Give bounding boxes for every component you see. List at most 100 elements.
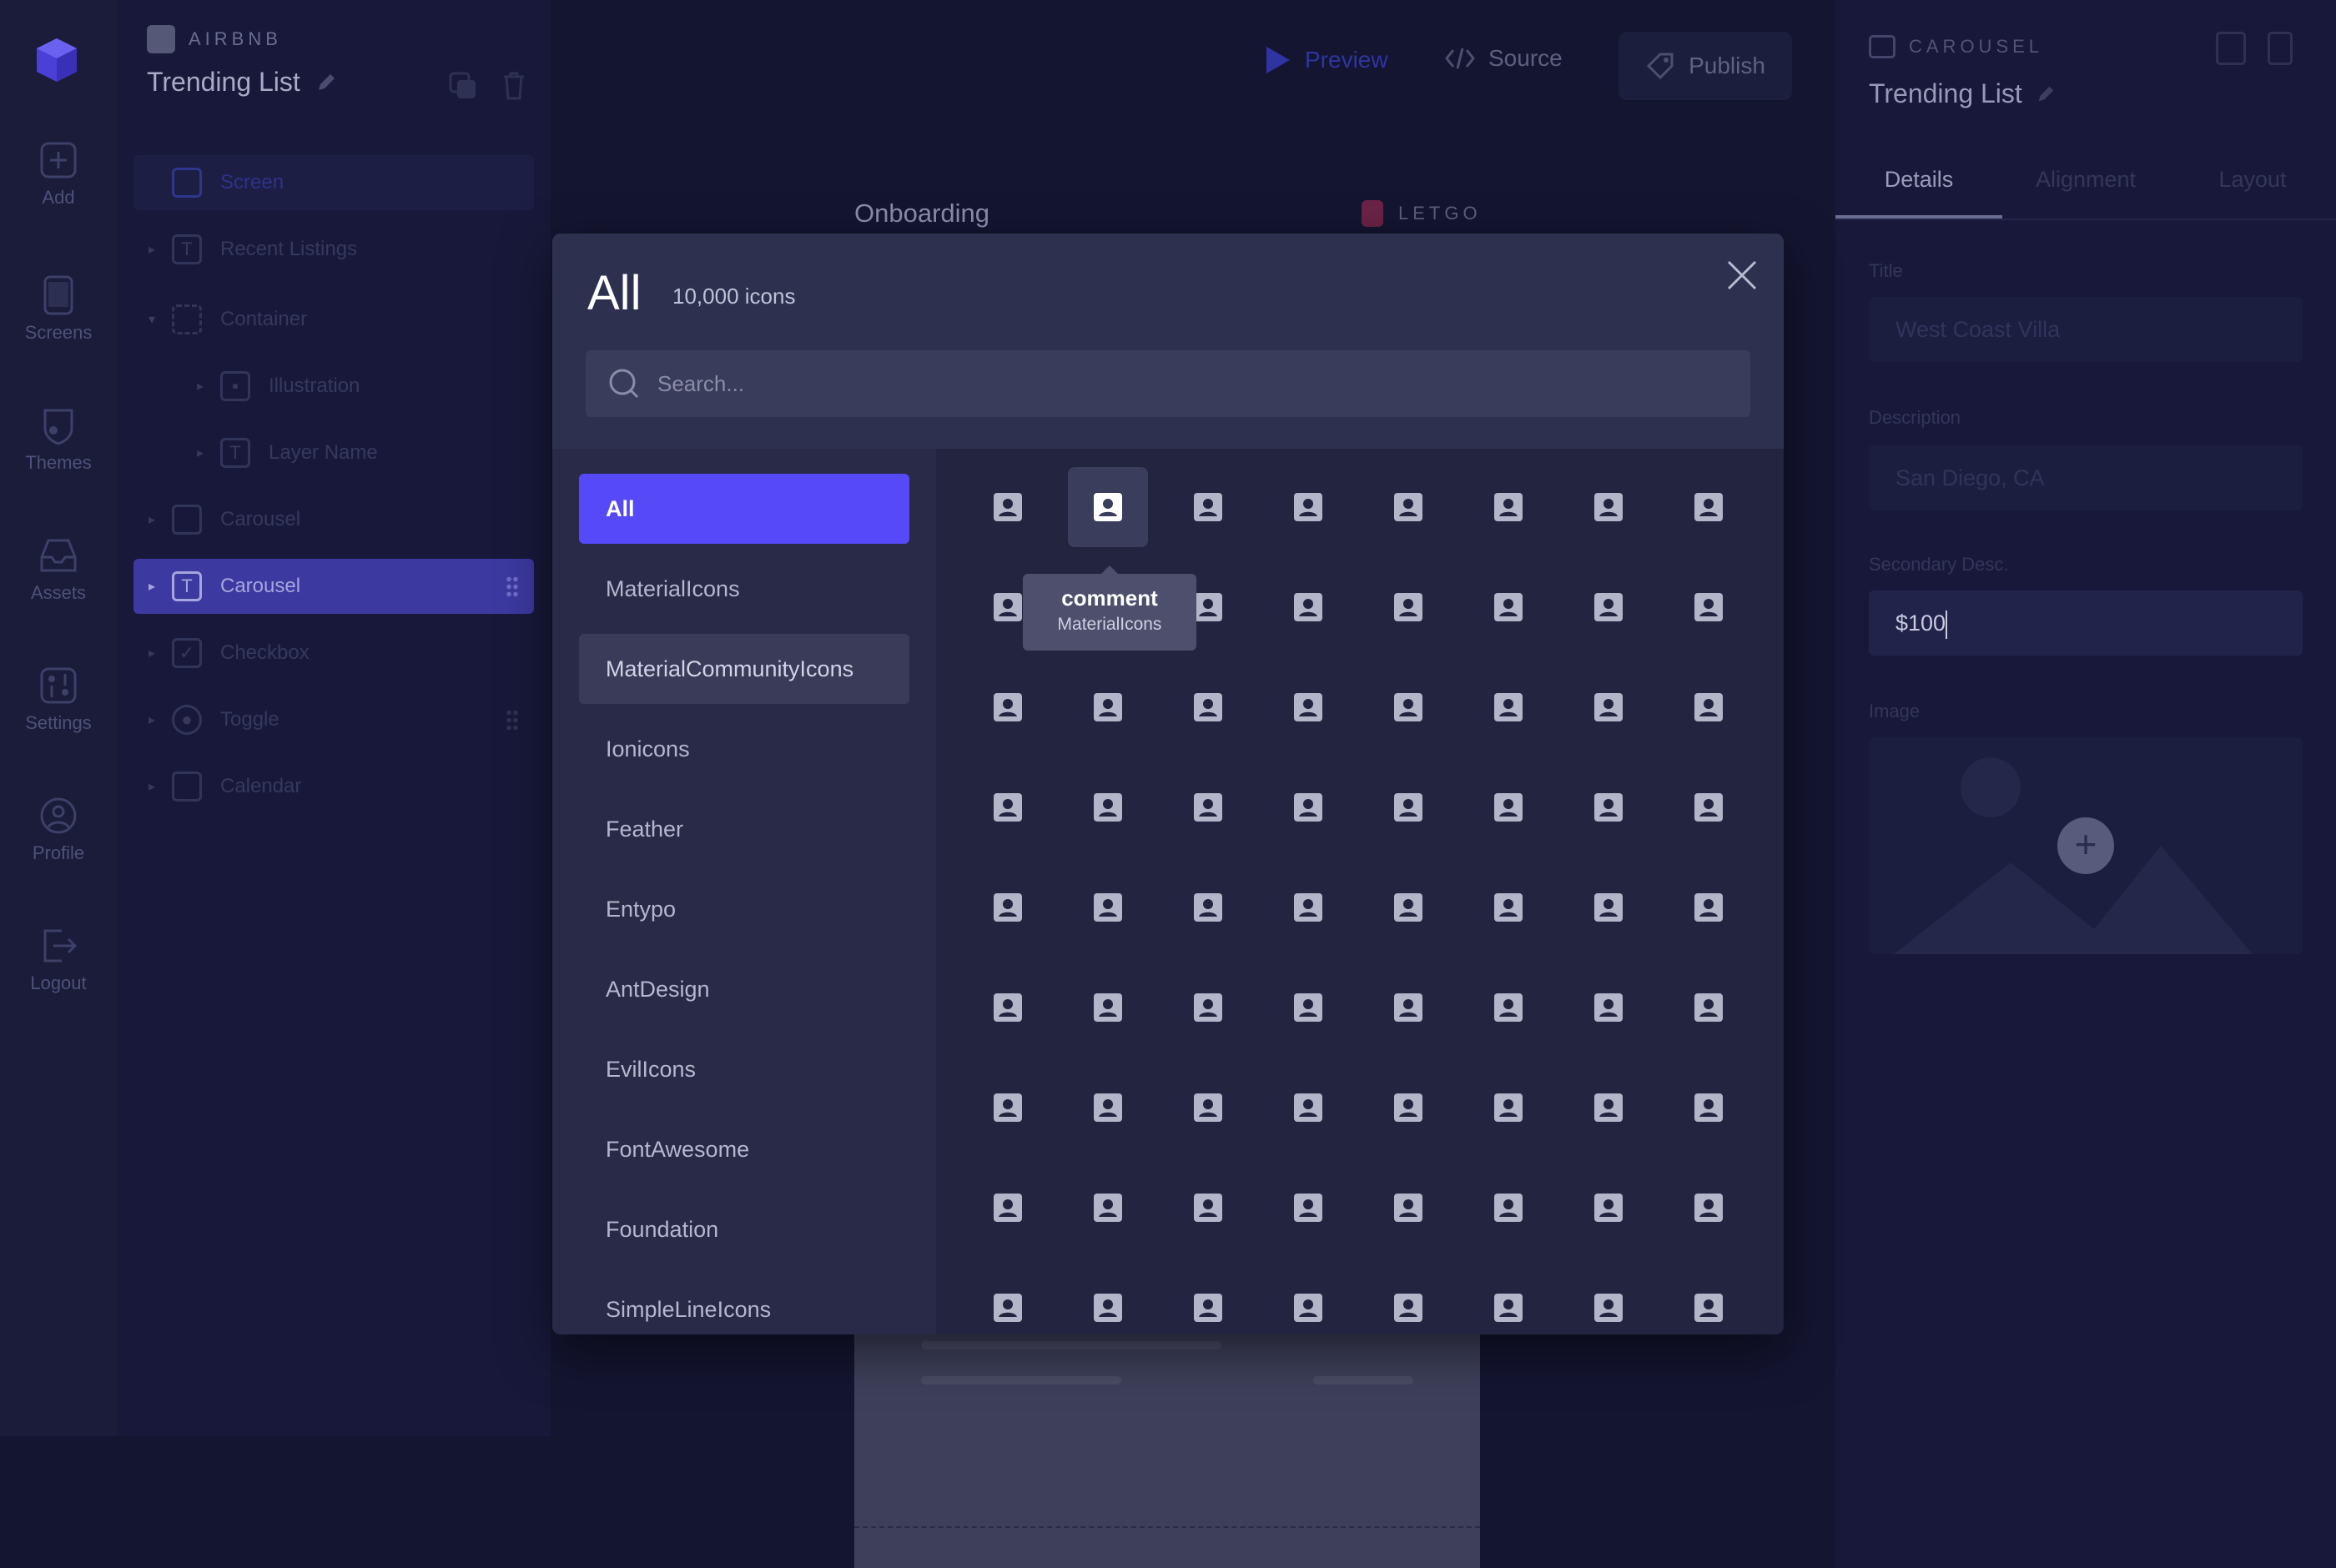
- caret-right-icon[interactable]: ▸: [142, 711, 162, 728]
- icon-grid-cell[interactable]: [1468, 1168, 1548, 1248]
- icon-grid-cell[interactable]: [1068, 967, 1148, 1048]
- icon-grid-cell[interactable]: [1068, 667, 1148, 747]
- icon-grid-cell[interactable]: [1068, 1268, 1148, 1334]
- icon-grid-cell[interactable]: [968, 467, 1048, 547]
- layer-container[interactable]: ▾ Container: [133, 292, 534, 347]
- preview-button[interactable]: Preview: [1265, 45, 1388, 75]
- category-materialicons[interactable]: MaterialIcons: [579, 554, 909, 624]
- icon-grid-cell[interactable]: [1268, 567, 1348, 647]
- icon-grid-cell[interactable]: [1368, 567, 1448, 647]
- icon-grid-cell[interactable]: [1568, 1068, 1649, 1148]
- icon-grid-cell[interactable]: [1168, 767, 1248, 847]
- icon-grid-cell[interactable]: [1468, 467, 1548, 547]
- icon-grid-cell[interactable]: [1568, 967, 1649, 1048]
- icon-grid-cell[interactable]: [1068, 467, 1148, 547]
- icon-grid-cell[interactable]: [1168, 867, 1248, 947]
- icon-grid-cell[interactable]: [1268, 467, 1348, 547]
- nav-themes[interactable]: Themes: [0, 405, 117, 474]
- category-entypo[interactable]: Entypo: [579, 874, 909, 944]
- search-input[interactable]: [657, 370, 1659, 397]
- icon-grid-cell[interactable]: [1368, 867, 1448, 947]
- icon-grid-cell[interactable]: [1268, 767, 1348, 847]
- icon-grid-cell[interactable]: [1568, 1168, 1649, 1248]
- category-fontawesome[interactable]: FontAwesome: [579, 1114, 909, 1184]
- icon-grid-cell[interactable]: [1068, 1068, 1148, 1148]
- icon-grid-cell[interactable]: [1468, 667, 1548, 747]
- icon-grid-cell[interactable]: [1168, 667, 1248, 747]
- icon-grid-cell[interactable]: [1368, 1268, 1448, 1334]
- category-evilicons[interactable]: EvilIcons: [579, 1034, 909, 1104]
- tab-layout[interactable]: Layout: [2169, 150, 2336, 219]
- icon-grid-cell[interactable]: [968, 667, 1048, 747]
- icon-grid-cell[interactable]: [1669, 867, 1749, 947]
- icon-grid-cell[interactable]: [1468, 967, 1548, 1048]
- icon-grid-cell[interactable]: [1368, 667, 1448, 747]
- icon-grid-cell[interactable]: [1568, 467, 1649, 547]
- icon-grid-cell[interactable]: [1168, 1068, 1248, 1148]
- icon-grid-cell[interactable]: [1669, 1168, 1749, 1248]
- icon-grid-cell[interactable]: [968, 1068, 1048, 1148]
- layer-checkbox[interactable]: ▸ ✓ Checkbox: [133, 626, 534, 681]
- category-all[interactable]: All: [579, 474, 909, 544]
- caret-right-icon[interactable]: ▸: [142, 645, 162, 661]
- icon-grid-cell[interactable]: [1368, 967, 1448, 1048]
- add-image-button[interactable]: +: [2057, 817, 2114, 874]
- trash-icon[interactable]: [499, 70, 529, 100]
- icon-grid-cell[interactable]: [968, 967, 1048, 1048]
- icon-grid-cell[interactable]: [1368, 467, 1448, 547]
- icon-grid-cell[interactable]: [1068, 867, 1148, 947]
- cube-logo-icon[interactable]: [32, 35, 82, 85]
- close-icon[interactable]: [1724, 257, 1760, 294]
- category-antdesign[interactable]: AntDesign: [579, 954, 909, 1024]
- icon-grid-cell[interactable]: [1468, 867, 1548, 947]
- layer-toggle[interactable]: ▸ ● Toggle: [133, 692, 534, 747]
- category-ionicons[interactable]: Ionicons: [579, 714, 909, 784]
- category-simplelineicons[interactable]: SimpleLineIcons: [579, 1274, 909, 1334]
- nav-add[interactable]: Add: [0, 140, 117, 209]
- caret-down-icon[interactable]: ▾: [142, 311, 162, 328]
- caret-right-icon[interactable]: ▸: [142, 778, 162, 795]
- caret-right-icon[interactable]: ▸: [190, 378, 210, 395]
- caret-right-icon[interactable]: ▸: [190, 445, 210, 461]
- icon-grid-cell[interactable]: [1669, 1068, 1749, 1148]
- layer-illustration[interactable]: ▸ ▪ Illustration: [133, 359, 534, 414]
- category-feather[interactable]: Feather: [579, 794, 909, 864]
- icon-grid-cell[interactable]: [1468, 1068, 1548, 1148]
- nav-logout[interactable]: Logout: [0, 926, 117, 994]
- icon-grid-cell[interactable]: [1669, 667, 1749, 747]
- nav-assets[interactable]: Assets: [0, 535, 117, 604]
- layer-recent-listings[interactable]: ▸ T Recent Listings: [133, 222, 534, 277]
- nav-settings[interactable]: Settings: [0, 666, 117, 734]
- secondary-desc-field[interactable]: $100: [1869, 591, 2303, 656]
- nav-screens[interactable]: Screens: [0, 275, 117, 344]
- description-field[interactable]: San Diego, CA: [1869, 445, 2303, 510]
- icon-grid-cell[interactable]: [1268, 1068, 1348, 1148]
- icon-grid-cell[interactable]: [1669, 967, 1749, 1048]
- icon-grid-cell[interactable]: [968, 1268, 1048, 1334]
- duplicate-icon[interactable]: [2216, 32, 2246, 65]
- category-foundation[interactable]: Foundation: [579, 1194, 909, 1264]
- caret-right-icon[interactable]: ▸: [142, 511, 162, 528]
- icon-grid-cell[interactable]: [968, 867, 1048, 947]
- icon-grid-cell[interactable]: [1368, 767, 1448, 847]
- icon-grid-cell[interactable]: [1168, 1168, 1248, 1248]
- pencil-icon[interactable]: [2036, 84, 2056, 104]
- icon-grid-cell[interactable]: [1368, 1068, 1448, 1148]
- icon-grid-cell[interactable]: [1568, 1268, 1649, 1334]
- pencil-icon[interactable]: [315, 72, 337, 93]
- icon-grid-cell[interactable]: [1268, 867, 1348, 947]
- icon-grid-cell[interactable]: [1268, 967, 1348, 1048]
- icon-grid-cell[interactable]: [1669, 467, 1749, 547]
- trash-icon[interactable]: [2268, 32, 2293, 65]
- icon-grid-cell[interactable]: [1068, 1168, 1148, 1248]
- icon-grid-cell[interactable]: [1168, 967, 1248, 1048]
- publish-button[interactable]: Publish: [1619, 32, 1792, 100]
- icon-grid-cell[interactable]: [1669, 767, 1749, 847]
- caret-right-icon[interactable]: ▸: [142, 241, 162, 258]
- icon-grid-cell[interactable]: [1468, 567, 1548, 647]
- layer-screen[interactable]: Screen: [133, 155, 534, 210]
- icon-grid-cell[interactable]: [1568, 867, 1649, 947]
- icon-grid-cell[interactable]: [1669, 1268, 1749, 1334]
- icon-grid-cell[interactable]: [968, 1168, 1048, 1248]
- icon-grid-cell[interactable]: [1568, 767, 1649, 847]
